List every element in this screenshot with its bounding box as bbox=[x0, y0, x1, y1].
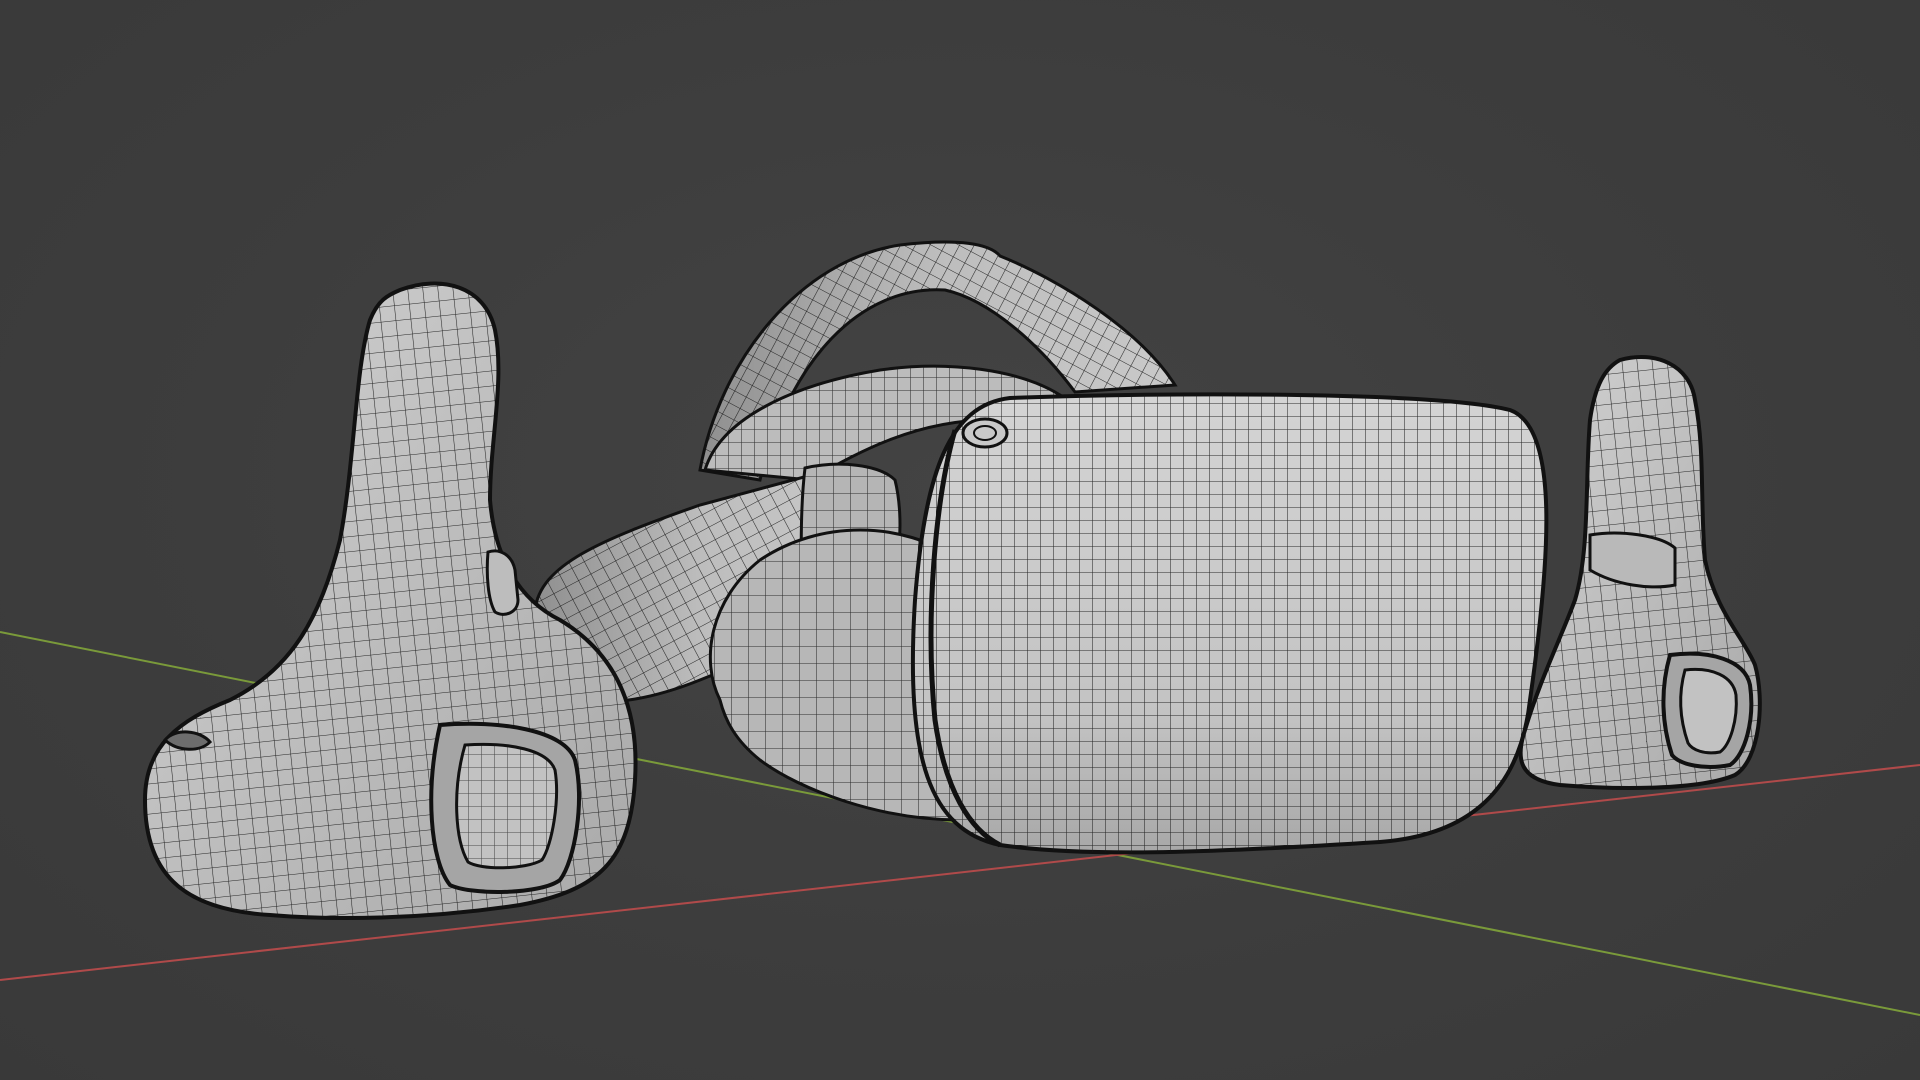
viewport-canvas[interactable] bbox=[0, 0, 1920, 1080]
vr-headset[interactable] bbox=[533, 240, 1570, 870]
headset-top-button[interactable] bbox=[961, 417, 1009, 449]
right-controller[interactable] bbox=[1518, 354, 1762, 790]
headset-visor-wire bbox=[912, 394, 1547, 853]
left-controller-side-button[interactable] bbox=[485, 549, 520, 616]
left-controller-grip-wire bbox=[456, 744, 557, 868]
3d-viewport[interactable] bbox=[0, 0, 1920, 1080]
right-controller-grip-inner bbox=[1679, 667, 1738, 755]
